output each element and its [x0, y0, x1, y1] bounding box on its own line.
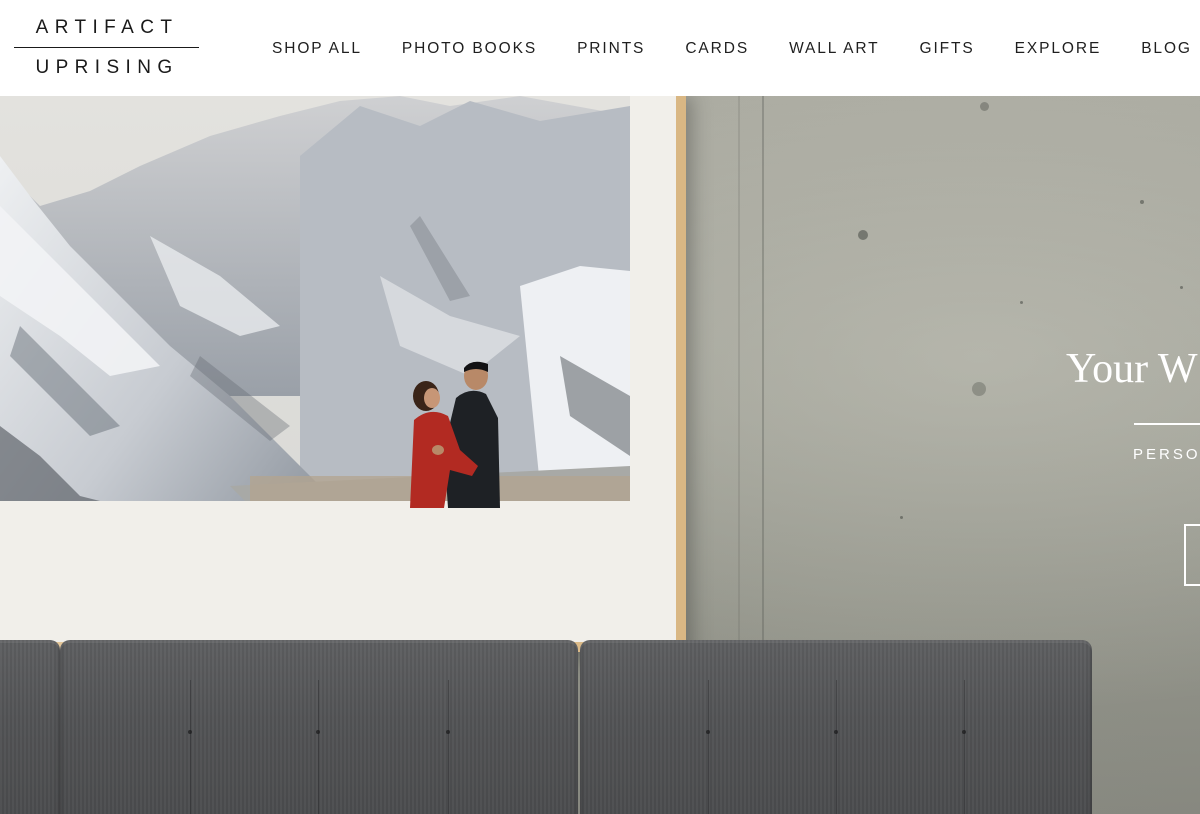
cushion-seam — [318, 680, 319, 814]
main-nav: SHOP ALL PHOTO BOOKS PRINTS CARDS WALL A… — [272, 40, 1200, 58]
nav-blog[interactable]: BLOG — [1141, 40, 1192, 58]
wall-pit — [1140, 200, 1144, 204]
cushion-seam — [964, 680, 965, 814]
sofa-cushion — [60, 640, 578, 814]
wall-seam — [762, 96, 764, 656]
nav-prints[interactable]: PRINTS — [577, 40, 645, 58]
brand-logo-divider — [14, 47, 199, 48]
brand-logo-line2: UPRISING — [35, 57, 179, 78]
nav-explore[interactable]: EXPLORE — [1015, 40, 1102, 58]
site-header: ARTIFACT UPRISING SHOP ALL PHOTO BOOKS P… — [0, 0, 1200, 96]
sofa-tuft — [188, 730, 192, 734]
nav-cards[interactable]: CARDS — [685, 40, 749, 58]
wall-pit — [1020, 301, 1023, 304]
wall-seam — [738, 96, 740, 656]
hero-divider — [1134, 423, 1200, 425]
framed-print — [0, 96, 686, 652]
sofa-tuft — [706, 730, 710, 734]
wall-pit — [1180, 286, 1183, 289]
wall-pit — [972, 382, 986, 396]
hero-subheadline: PERSO — [1133, 446, 1200, 463]
wall-pit — [980, 102, 989, 111]
sofa — [0, 640, 1200, 814]
cushion-seam — [190, 680, 191, 814]
brand-logo-line1: ARTIFACT — [35, 17, 179, 38]
hero-cta-button[interactable] — [1184, 524, 1200, 586]
cushion-seam — [708, 680, 709, 814]
nav-gifts[interactable]: GIFTS — [920, 40, 975, 58]
sofa-cushion — [580, 640, 1092, 814]
wall-pit — [900, 516, 903, 519]
print-mat — [0, 96, 676, 642]
sofa-tuft — [834, 730, 838, 734]
cushion-seam — [836, 680, 837, 814]
wall-pit — [858, 230, 868, 240]
nav-photo-books[interactable]: PHOTO BOOKS — [402, 40, 537, 58]
brand-logo[interactable]: ARTIFACT UPRISING — [14, 17, 200, 79]
cushion-seam — [448, 680, 449, 814]
sofa-cushion — [0, 640, 60, 814]
mountain-illustration — [0, 96, 630, 606]
nav-wall-art[interactable]: WALL ART — [789, 40, 879, 58]
sofa-tuft — [446, 730, 450, 734]
mountain-couple-photo — [0, 96, 630, 606]
couple-figures — [410, 361, 500, 508]
hero-banner: Your W PERSO — [0, 96, 1200, 814]
sofa-tuft — [962, 730, 966, 734]
nav-shop-all[interactable]: SHOP ALL — [272, 40, 362, 58]
sofa-tuft — [316, 730, 320, 734]
hero-headline: Your W — [1066, 346, 1198, 392]
